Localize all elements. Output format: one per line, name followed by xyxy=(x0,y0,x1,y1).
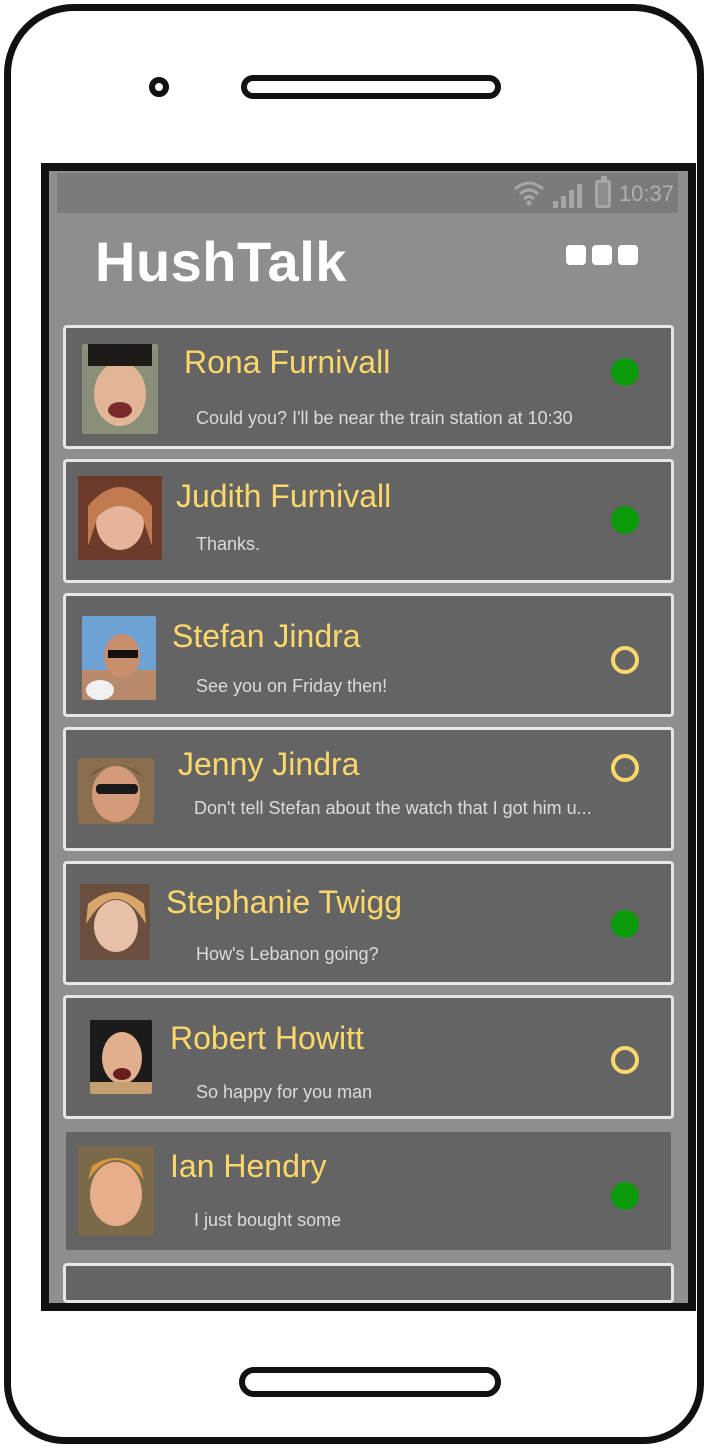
contact-row[interactable]: Judith Furnivall Thanks. xyxy=(63,459,674,583)
home-button[interactable] xyxy=(239,1367,501,1397)
contact-row[interactable]: Ian Hendry I just bought some xyxy=(63,1129,674,1253)
screen: 10:37 HushTalk Rona Furnivall Could you?… xyxy=(41,163,696,1311)
avatar xyxy=(80,884,150,960)
contact-row[interactable]: Jenny Jindra Don't tell Stefan about the… xyxy=(63,727,674,851)
avatar xyxy=(78,1146,154,1236)
online-status-icon xyxy=(611,506,639,534)
last-message: Could you? I'll be near the train statio… xyxy=(196,408,573,428)
contact-list: Rona Furnivall Could you? I'll be near t… xyxy=(63,325,674,1303)
last-message: How's Lebanon going? xyxy=(196,944,379,964)
battery-icon xyxy=(594,176,611,208)
avatar xyxy=(78,476,162,560)
online-status-icon xyxy=(611,1182,639,1210)
contact-name: Stephanie Twigg xyxy=(166,884,403,920)
online-status-icon xyxy=(611,910,639,938)
contact-name: Ian Hendry xyxy=(170,1148,327,1184)
offline-status-icon xyxy=(611,646,639,674)
contact-name: Rona Furnivall xyxy=(184,344,391,380)
status-bar: 10:37 xyxy=(57,173,678,213)
contact-name: Jenny Jindra xyxy=(178,746,360,782)
last-message: See you on Friday then! xyxy=(196,676,388,696)
phone-frame: 10:37 HushTalk Rona Furnivall Could you?… xyxy=(4,4,704,1444)
contact-row[interactable]: Stephanie Twigg How's Lebanon going? xyxy=(63,861,674,985)
offline-status-icon xyxy=(611,754,639,782)
last-message: Don't tell Stefan about the watch that I… xyxy=(194,798,592,818)
status-time: 10:37 xyxy=(618,181,674,206)
signal-icon xyxy=(552,180,587,208)
online-status-icon xyxy=(611,358,639,386)
last-message: So happy for you man xyxy=(196,1082,373,1102)
contact-row-partial[interactable] xyxy=(63,1263,674,1303)
speaker xyxy=(241,75,501,99)
avatar xyxy=(82,344,158,434)
app-bar: HushTalk xyxy=(57,213,678,319)
contact-name: Judith Furnivall xyxy=(176,478,392,514)
offline-status-icon xyxy=(611,1046,639,1074)
more-icon[interactable] xyxy=(566,245,638,265)
last-message: I just bought some xyxy=(194,1210,342,1230)
contact-name: Stefan Jindra xyxy=(172,618,361,654)
status-icons: 10:37 xyxy=(513,176,674,209)
wifi-icon xyxy=(513,181,545,207)
avatar xyxy=(78,758,154,824)
contact-name: Robert Howitt xyxy=(170,1020,364,1056)
screen-content: 10:37 HushTalk Rona Furnivall Could you?… xyxy=(57,173,678,1303)
contact-row[interactable]: Robert Howitt So happy for you man xyxy=(63,995,674,1119)
avatar xyxy=(82,616,156,700)
camera xyxy=(149,77,169,97)
contact-row[interactable]: Rona Furnivall Could you? I'll be near t… xyxy=(63,325,674,449)
avatar xyxy=(90,1020,152,1094)
app-title: HushTalk xyxy=(95,230,347,293)
last-message: Thanks. xyxy=(196,534,261,554)
contact-row[interactable]: Stefan Jindra See you on Friday then! xyxy=(63,593,674,717)
